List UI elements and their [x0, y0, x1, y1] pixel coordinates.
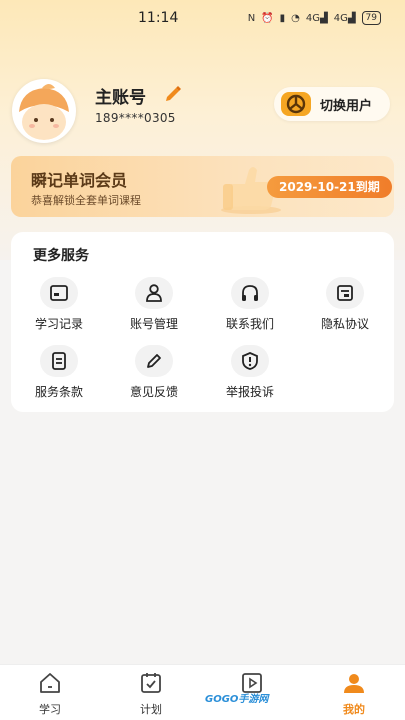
pencil-icon	[147, 354, 161, 368]
service-label: 举报投诉	[225, 385, 274, 399]
service-label: 服务条款	[34, 385, 83, 399]
alarm-icon: ⏰	[261, 12, 274, 24]
switch-user-label: 切换用户	[320, 98, 373, 114]
service-label: 联系我们	[225, 317, 274, 331]
service-label: 账号管理	[129, 317, 178, 331]
vip-subtitle: 恭喜解锁全套单词课程	[31, 194, 141, 207]
user-icon	[146, 284, 162, 302]
service-account-management[interactable]: 账号管理	[109, 277, 199, 337]
vip-expire-badge: 2029-10-21到期	[267, 176, 392, 198]
document-icon	[337, 285, 353, 301]
terms-icon	[52, 352, 66, 370]
service-label: 隐私协议	[320, 317, 369, 331]
service-study-record[interactable]: 学习记录	[14, 277, 104, 337]
service-report[interactable]: 举报投诉	[205, 345, 295, 405]
nav-item-mine[interactable]: 我的	[324, 671, 384, 717]
switch-user-icon	[281, 92, 311, 116]
watermark: GOGO手游网	[205, 694, 269, 705]
service-terms[interactable]: 服务条款	[14, 345, 104, 405]
status-time: 11:14	[138, 10, 179, 26]
vibrate-icon: ▮	[279, 12, 286, 24]
profile-icon	[344, 674, 364, 693]
bottom-nav: 学习 计划 我的	[0, 664, 405, 720]
avatar[interactable]	[12, 79, 76, 143]
nav-label: 学习	[39, 703, 61, 716]
service-feedback[interactable]: 意见反馈	[109, 345, 199, 405]
service-label: 学习记录	[34, 317, 83, 331]
wifi-icon: ◔	[291, 12, 300, 24]
service-privacy-policy[interactable]: 隐私协议	[300, 277, 390, 337]
checklist-icon	[141, 673, 161, 693]
services-title: 更多服务	[33, 248, 89, 264]
shield-alert-icon	[242, 352, 258, 370]
services-card: 更多服务 学习记录 账号管理 联系我们 隐私协议 服务条款 意见反馈 举报投诉	[11, 232, 394, 412]
phone-number: 189****0305	[95, 111, 176, 125]
nav-label: 计划	[140, 703, 162, 716]
edit-icon[interactable]	[163, 84, 183, 104]
vip-card[interactable]: 瞬记单词会员 恭喜解锁全套单词课程 2029-10-21到期	[11, 156, 394, 217]
username: 主账号	[95, 88, 146, 108]
signal-icon-1: 4G▟	[305, 12, 328, 24]
nav-item-plan[interactable]: 计划	[121, 671, 181, 717]
battery-icon: 79	[361, 11, 381, 25]
headphones-icon	[242, 285, 258, 301]
service-contact-us[interactable]: 联系我们	[205, 277, 295, 337]
id-card-icon	[50, 285, 68, 301]
nfc-icon: N	[247, 12, 256, 24]
nav-label: 我的	[343, 703, 365, 716]
status-bar: 11:14 N ⏰ ▮ ◔ 4G▟ 4G▟ 79	[0, 0, 405, 40]
nav-item-study[interactable]: 学习	[20, 671, 80, 717]
vip-title: 瞬记单词会员	[31, 171, 128, 190]
status-icons: N ⏰ ▮ ◔ 4G▟ 4G▟ 79	[248, 11, 381, 25]
signal-icon-2: 4G▟	[333, 12, 356, 24]
home-icon	[40, 673, 60, 693]
service-label: 意见反馈	[129, 385, 178, 399]
switch-user-button[interactable]: 切换用户	[274, 87, 390, 121]
